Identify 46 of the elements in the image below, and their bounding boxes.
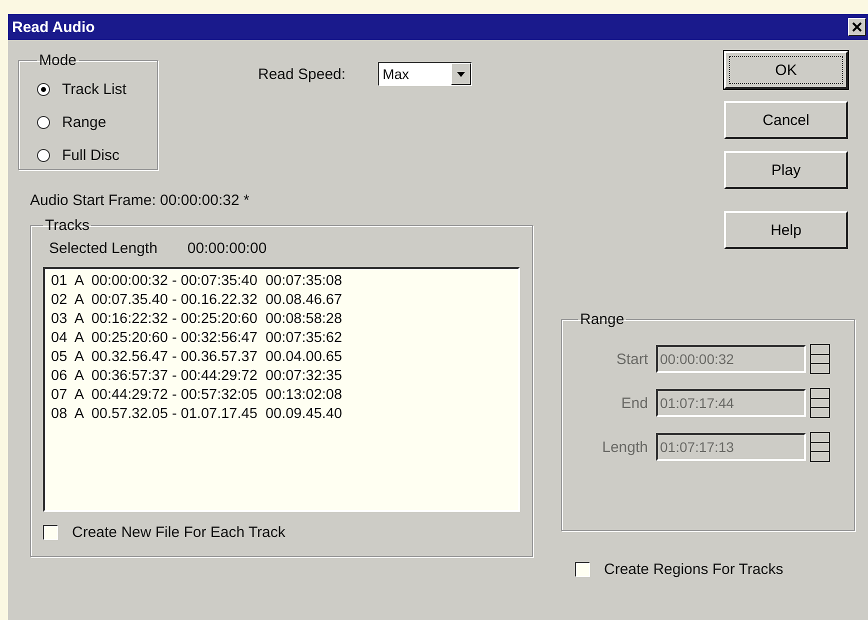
track-row[interactable]: 08 A 00.57.32.05 - 01.07.17.45 00.09.45.40: [51, 405, 512, 424]
field-label: Selected Length: [49, 240, 158, 257]
track-row[interactable]: 02 A 00:07.35.40 - 00.16.22.32 00.08.46.67: [51, 291, 512, 310]
checkbox[interactable]: [575, 562, 590, 577]
dialog-button[interactable]: Play: [724, 151, 848, 189]
spin-control[interactable]: [810, 344, 830, 374]
group-label: Tracks: [44, 217, 90, 234]
field-label: End: [620, 394, 648, 412]
speed-dropdown[interactable]: Max: [378, 62, 472, 86]
close-icon: [852, 22, 862, 32]
track-row[interactable]: 07 A 00:44:29:72 - 00:57:32:05 00:13:02:08: [51, 386, 512, 405]
caret-icon: [456, 72, 465, 76]
radio-option[interactable]: Full Disc: [37, 139, 147, 172]
start-frame-text: Audio Start Frame: 00:00:00:32 *: [30, 192, 250, 209]
track-row[interactable]: 05 A 00.32.56.47 - 00.36.57.37 00.04.00.65: [51, 348, 512, 367]
field-label: Read Speed:: [258, 66, 346, 82]
track-list[interactable]: [43, 267, 520, 512]
field-label: Length: [601, 438, 648, 456]
radio-option[interactable]: Track List: [37, 73, 147, 106]
checkbox-label: Create New File For Each Track: [72, 524, 286, 541]
spin-control[interactable]: [810, 432, 830, 462]
dialog-button[interactable]: OK: [724, 51, 848, 89]
window-title: Read Audio: [12, 18, 95, 36]
close-button[interactable]: [848, 18, 866, 36]
track-row[interactable]: 06 A 00:36:57:37 - 00:44:29:72 00:07:32:35: [51, 367, 512, 386]
radio-label: Range: [62, 114, 106, 131]
track-row[interactable]: 03 A 00:16:22:32 - 00:25:20:60 00:08:58:28: [51, 310, 512, 329]
track-row[interactable]: 01 A 00:00:00:32 - 00:07:35:40 00:07:35:08: [51, 272, 512, 291]
dialog-button[interactable]: Cancel: [724, 101, 848, 139]
checkbox-option[interactable]: Create New File For Each Track: [43, 524, 520, 541]
spin-control[interactable]: [810, 388, 830, 418]
radio-button[interactable]: [37, 149, 50, 162]
radio-button[interactable]: [37, 116, 50, 129]
radio-label: Track List: [62, 81, 126, 98]
radio-label: Full Disc: [62, 147, 120, 164]
group-label: Mode: [38, 52, 78, 69]
track-row[interactable]: 04 A 00:25:20:60 - 00:32:56:47 00:07:35:62: [51, 329, 512, 348]
checkbox-label: Create Regions For Tracks: [604, 561, 784, 578]
radio-option[interactable]: Range: [37, 106, 147, 139]
field-label: Start: [615, 350, 648, 368]
length-value: 00:00:00:00: [187, 240, 267, 257]
checkbox[interactable]: [43, 525, 58, 540]
group-label: Range: [579, 311, 626, 328]
checkbox-option[interactable]: Create Regions For Tracks: [575, 561, 868, 578]
radio-button[interactable]: [37, 83, 50, 96]
dialog-button[interactable]: Help: [724, 211, 848, 249]
